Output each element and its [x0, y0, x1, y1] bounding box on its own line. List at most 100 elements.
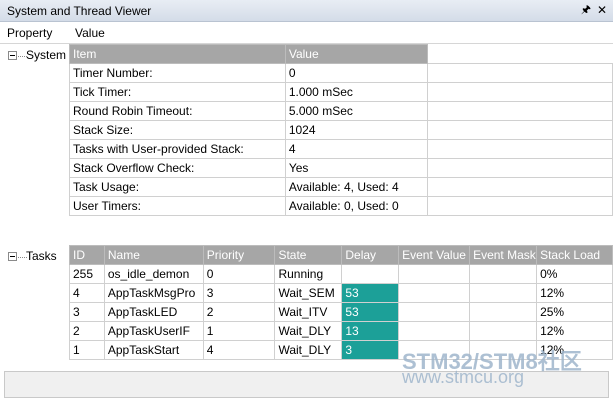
empty-cell — [426, 158, 613, 178]
value-cell: 1.000 mSec — [284, 82, 428, 102]
empty-cell — [426, 120, 613, 140]
tasks-table: ID Name Priority State Delay Event Value… — [69, 245, 613, 360]
event-mask-cell — [469, 302, 538, 322]
table-row[interactable]: 2 AppTaskUserIF 1 Wait_DLY 13 12% — [69, 321, 613, 341]
header-event-mask[interactable]: Event Mask — [469, 245, 538, 265]
value-column-header[interactable]: Value — [75, 26, 105, 40]
property-tree: System Tasks — [0, 44, 68, 371]
id-cell: 2 — [69, 321, 105, 341]
id-cell: 255 — [69, 264, 105, 284]
priority-cell: 1 — [202, 321, 276, 341]
header-item[interactable]: Item — [69, 44, 286, 64]
value-cell: 0 — [284, 63, 428, 83]
id-cell: 3 — [69, 302, 105, 322]
priority-cell: 2 — [202, 302, 276, 322]
header-delay[interactable]: Delay — [341, 245, 400, 265]
table-row[interactable]: 255 os_idle_demon 0 Running 0% — [69, 264, 613, 284]
empty-cell — [426, 82, 613, 102]
state-cell: Wait_ITV — [274, 302, 343, 322]
close-icon[interactable]: ✕ — [595, 3, 609, 17]
empty-cell — [426, 196, 613, 216]
delay-cell: 13 — [341, 321, 400, 341]
table-header-row: Item Value — [69, 44, 613, 64]
header-value[interactable]: Value — [284, 44, 428, 64]
empty-cell — [426, 63, 613, 83]
header-state[interactable]: State — [274, 245, 343, 265]
item-cell: Timer Number: — [69, 63, 286, 83]
value-cell: Available: 0, Used: 0 — [284, 196, 428, 216]
name-cell: AppTaskUserIF — [103, 321, 204, 341]
table-row[interactable]: Timer Number: 0 — [69, 63, 613, 83]
table-row[interactable]: User Timers: Available: 0, Used: 0 — [69, 196, 613, 216]
delay-cell: 3 — [341, 340, 400, 360]
table-row[interactable]: Stack Overflow Check: Yes — [69, 158, 613, 178]
item-cell: User Timers: — [69, 196, 286, 216]
window-title: System and Thread Viewer — [7, 4, 152, 18]
value-cell: 4 — [284, 139, 428, 159]
stack-load-cell: 12% — [536, 321, 613, 341]
delay-cell — [341, 264, 400, 284]
table-header-row: ID Name Priority State Delay Event Value… — [69, 245, 613, 265]
header-event-value[interactable]: Event Value — [398, 245, 471, 265]
empty-cell — [426, 139, 613, 159]
empty-cell — [426, 44, 613, 64]
table-row[interactable]: 3 AppTaskLED 2 Wait_ITV 53 25% — [69, 302, 613, 322]
priority-cell: 0 — [202, 264, 276, 284]
table-row[interactable]: 4 AppTaskMsgPro 3 Wait_SEM 53 12% — [69, 283, 613, 303]
item-cell: Stack Size: — [69, 120, 286, 140]
event-value-cell — [398, 302, 471, 322]
event-mask-cell — [469, 283, 538, 303]
event-mask-cell — [469, 321, 538, 341]
name-cell: AppTaskLED — [103, 302, 204, 322]
table-row[interactable]: Tasks with User-provided Stack: 4 — [69, 139, 613, 159]
watermark: STM32/STM8社区 www.stmcu.org — [402, 344, 582, 387]
tree-label-tasks[interactable]: Tasks — [26, 249, 57, 263]
property-column-header[interactable]: Property — [7, 26, 52, 40]
header-stack-load[interactable]: Stack Load — [536, 245, 613, 265]
event-value-cell — [398, 283, 471, 303]
collapse-icon[interactable] — [8, 252, 17, 261]
priority-cell: 3 — [202, 283, 276, 303]
name-cell: AppTaskStart — [103, 340, 204, 360]
table-row[interactable]: Tick Timer: 1.000 mSec — [69, 82, 613, 102]
title-bar: System and Thread Viewer 🖈 ✕ — [0, 0, 613, 22]
header-name[interactable]: Name — [103, 245, 204, 265]
table-row[interactable]: Stack Size: 1024 — [69, 120, 613, 140]
item-cell: Task Usage: — [69, 177, 286, 197]
state-cell: Wait_DLY — [274, 321, 343, 341]
value-cell: 5.000 mSec — [284, 101, 428, 121]
state-cell: Running — [274, 264, 343, 284]
id-cell: 1 — [69, 340, 105, 360]
delay-cell: 53 — [341, 283, 400, 303]
stack-load-cell: 25% — [536, 302, 613, 322]
event-value-cell — [398, 264, 471, 284]
table-row[interactable]: Round Robin Timeout: 5.000 mSec — [69, 101, 613, 121]
table-row[interactable]: Task Usage: Available: 4, Used: 4 — [69, 177, 613, 197]
item-cell: Stack Overflow Check: — [69, 158, 286, 178]
priority-cell: 4 — [202, 340, 276, 360]
header-priority[interactable]: Priority — [202, 245, 276, 265]
item-cell: Tick Timer: — [69, 82, 286, 102]
header-id[interactable]: ID — [69, 245, 105, 265]
pin-icon[interactable]: 🖈 — [579, 3, 593, 17]
event-value-cell — [398, 321, 471, 341]
state-cell: Wait_DLY — [274, 340, 343, 360]
delay-cell: 53 — [341, 302, 400, 322]
name-cell: AppTaskMsgPro — [103, 283, 204, 303]
system-properties-table: Item Value Timer Number: 0 Tick Timer: 1.0… — [69, 44, 613, 216]
name-cell: os_idle_demon — [103, 264, 204, 284]
tree-label-system[interactable]: System — [26, 48, 66, 62]
value-cell: Yes — [284, 158, 428, 178]
stack-load-cell: 0% — [536, 264, 613, 284]
value-cell: Available: 4, Used: 4 — [284, 177, 428, 197]
column-header-row: Property Value — [0, 23, 613, 44]
value-cell: 1024 — [284, 120, 428, 140]
state-cell: Wait_SEM — [274, 283, 343, 303]
id-cell: 4 — [69, 283, 105, 303]
stack-load-cell: 12% — [536, 283, 613, 303]
empty-cell — [426, 101, 613, 121]
collapse-icon[interactable] — [8, 51, 17, 60]
empty-cell — [426, 177, 613, 197]
item-cell: Round Robin Timeout: — [69, 101, 286, 121]
item-cell: Tasks with User-provided Stack: — [69, 139, 286, 159]
